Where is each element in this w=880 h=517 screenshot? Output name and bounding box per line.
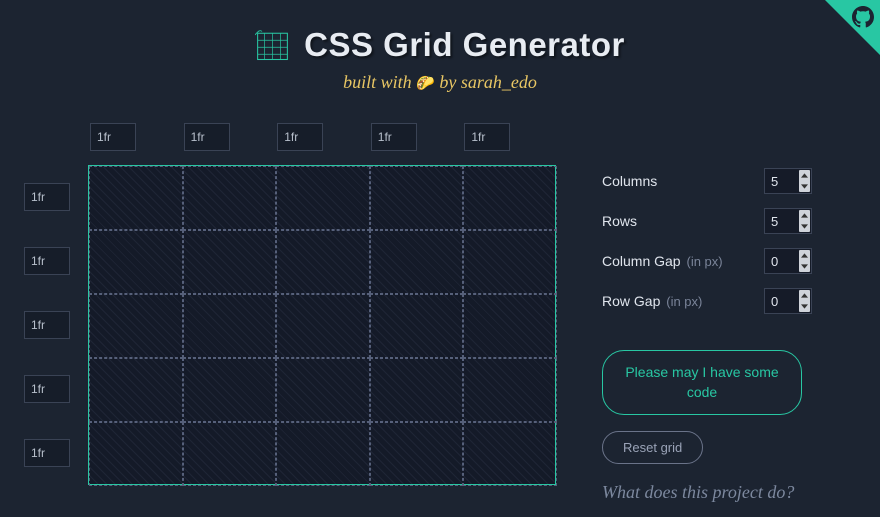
- reset-grid-button[interactable]: Reset grid: [602, 431, 703, 464]
- columns-stepper[interactable]: [799, 170, 810, 192]
- column-unit-inputs: [88, 123, 556, 155]
- github-corner[interactable]: [825, 0, 880, 55]
- grid-cell[interactable]: [89, 230, 183, 294]
- page-header: CSS Grid Generator built with 🌮 by sarah…: [0, 0, 880, 93]
- rows-label: Rows: [602, 213, 637, 229]
- grid-cell[interactable]: [370, 166, 464, 230]
- row-gap-hint: (in px): [666, 294, 702, 309]
- sidebar-controls: Columns Rows Column Gap (in px): [602, 123, 812, 503]
- grid-editor: [24, 123, 556, 485]
- row-unit-input[interactable]: [24, 183, 70, 211]
- grid-cell[interactable]: [183, 166, 277, 230]
- grid-cell[interactable]: [463, 358, 557, 422]
- column-unit-input[interactable]: [277, 123, 323, 151]
- row-gap-stepper[interactable]: [799, 290, 810, 312]
- grid-cell[interactable]: [463, 294, 557, 358]
- grid-cell[interactable]: [370, 230, 464, 294]
- grid-cell[interactable]: [370, 358, 464, 422]
- subtitle-post: by sarah_edo: [439, 72, 537, 92]
- grid-cell[interactable]: [183, 358, 277, 422]
- column-gap-hint: (in px): [686, 254, 722, 269]
- grid-cell[interactable]: [463, 230, 557, 294]
- column-gap-label: Column Gap: [602, 253, 681, 269]
- row-unit-input[interactable]: [24, 375, 70, 403]
- page-title: CSS Grid Generator: [304, 26, 625, 64]
- grid-logo-icon: [255, 28, 290, 63]
- column-gap-stepper[interactable]: [799, 250, 810, 272]
- rows-stepper[interactable]: [799, 210, 810, 232]
- grid-cell[interactable]: [463, 422, 557, 486]
- column-unit-input[interactable]: [184, 123, 230, 151]
- grid-cell[interactable]: [370, 422, 464, 486]
- taco-icon: 🌮: [416, 76, 435, 92]
- grid-cell[interactable]: [463, 166, 557, 230]
- grid-cell[interactable]: [276, 358, 370, 422]
- column-unit-input[interactable]: [464, 123, 510, 151]
- grid-cell[interactable]: [276, 230, 370, 294]
- row-unit-input[interactable]: [24, 439, 70, 467]
- grid-cell[interactable]: [276, 294, 370, 358]
- column-unit-input[interactable]: [90, 123, 136, 151]
- generate-code-button[interactable]: Please may I have some code: [602, 350, 802, 415]
- what-does-this-do-link[interactable]: What does this project do?: [602, 482, 812, 503]
- grid-cell[interactable]: [89, 358, 183, 422]
- grid-cell[interactable]: [89, 422, 183, 486]
- row-unit-input[interactable]: [24, 247, 70, 275]
- row-gap-label: Row Gap: [602, 293, 660, 309]
- columns-label: Columns: [602, 173, 657, 189]
- grid-cell[interactable]: [276, 166, 370, 230]
- grid-cell[interactable]: [89, 166, 183, 230]
- subtitle[interactable]: built with 🌮 by sarah_edo: [0, 72, 880, 93]
- row-unit-input[interactable]: [24, 311, 70, 339]
- subtitle-pre: built with: [343, 72, 412, 92]
- grid-preview[interactable]: [88, 165, 556, 485]
- grid-cell[interactable]: [183, 294, 277, 358]
- grid-cell[interactable]: [89, 294, 183, 358]
- grid-cell[interactable]: [183, 422, 277, 486]
- column-unit-input[interactable]: [371, 123, 417, 151]
- github-icon: [852, 6, 874, 28]
- grid-cell[interactable]: [276, 422, 370, 486]
- row-unit-inputs: [24, 165, 88, 485]
- grid-cell[interactable]: [183, 230, 277, 294]
- grid-cell[interactable]: [370, 294, 464, 358]
